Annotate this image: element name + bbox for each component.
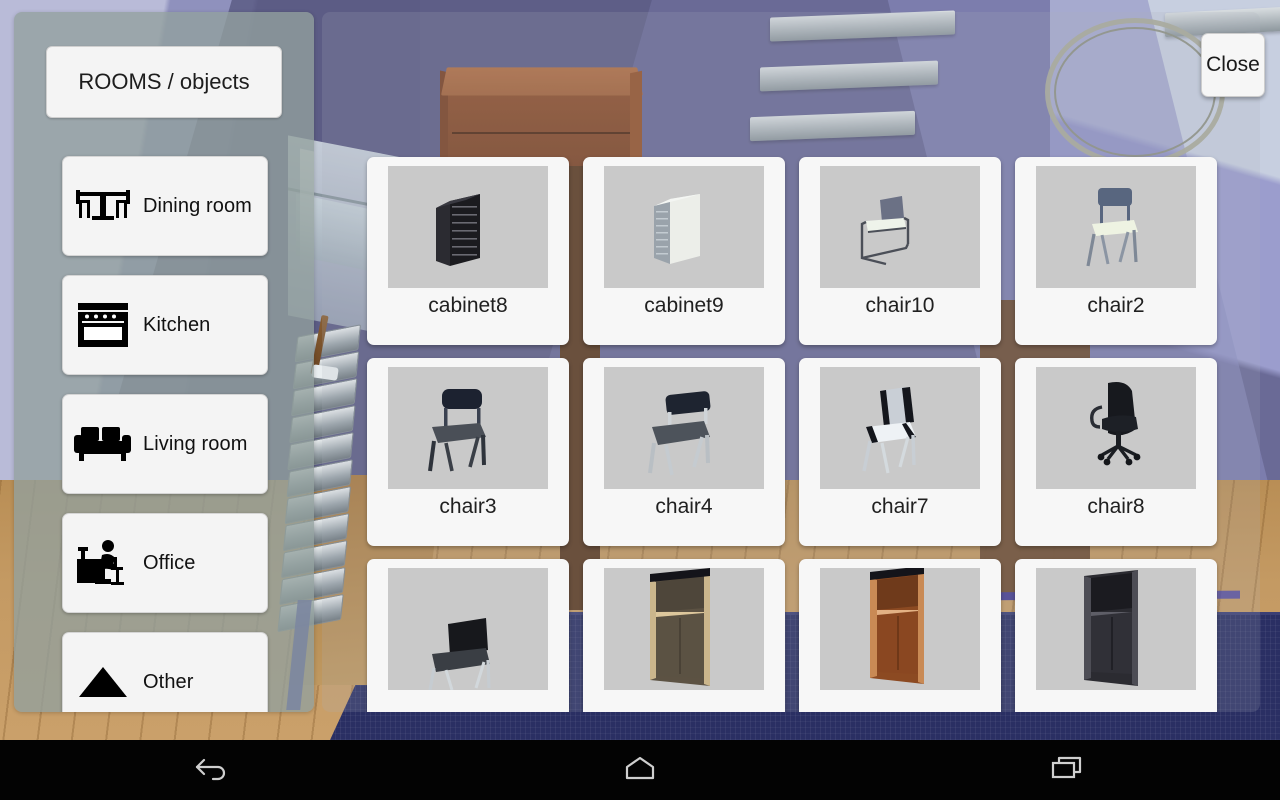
object-card[interactable] (799, 559, 1001, 712)
object-thumbnail (388, 367, 548, 489)
object-card[interactable] (1015, 559, 1217, 712)
object-label: chair8 (1087, 495, 1145, 518)
object-thumbnail (1036, 568, 1196, 690)
sofa-icon (63, 424, 143, 464)
home-icon (620, 754, 660, 787)
recents-icon (1047, 753, 1087, 788)
object-thumbnail (388, 166, 548, 288)
sidebar-item-label: Dining room (143, 194, 252, 217)
object-card[interactable]: chair8 (1015, 358, 1217, 546)
oven-icon (63, 301, 143, 349)
desk-person-icon (63, 539, 143, 587)
object-thumbnail (820, 367, 980, 489)
object-label: chair3 (439, 495, 497, 518)
object-card[interactable]: cabinet8 (367, 157, 569, 345)
sidebar-item-living-room[interactable]: Living room (62, 394, 268, 494)
object-thumbnail (820, 568, 980, 690)
object-thumbnail (1036, 367, 1196, 489)
object-thumbnail (388, 568, 548, 690)
object-label: chair2 (1087, 294, 1145, 317)
sidebar-item-label: Office (143, 551, 196, 574)
recents-button[interactable] (853, 740, 1280, 800)
object-label: cabinet8 (428, 294, 508, 317)
sidebar-title: ROOMS / objects (46, 46, 282, 118)
dining-table-icon (63, 184, 143, 228)
sidebar-item-label: Other (143, 670, 194, 693)
object-label: cabinet9 (644, 294, 724, 317)
object-card[interactable]: chair10 (799, 157, 1001, 345)
object-card[interactable]: chair7 (799, 358, 1001, 546)
object-browser-panel: cabinet8 cabinet9 chair10 chair2 chair3 … (322, 12, 1260, 712)
sidebar-item-office[interactable]: Office (62, 513, 268, 613)
object-label: chair10 (865, 294, 935, 317)
close-button[interactable]: Close (1201, 33, 1265, 97)
object-thumbnail (820, 166, 980, 288)
object-thumbnail (604, 568, 764, 690)
object-grid: cabinet8 cabinet9 chair10 chair2 chair3 … (367, 157, 1235, 712)
sidebar-item-kitchen[interactable]: Kitchen (62, 275, 268, 375)
object-card[interactable] (583, 559, 785, 712)
object-label: chair4 (655, 495, 713, 518)
object-thumbnail (1036, 166, 1196, 288)
object-card[interactable]: chair3 (367, 358, 569, 546)
sidebar-item-label: Living room (143, 432, 248, 455)
app-root: ROOMS / objects Dining room Kitchen Livi… (0, 0, 1280, 800)
triangle-icon (63, 665, 143, 699)
back-icon (194, 754, 232, 787)
object-card[interactable]: cabinet9 (583, 157, 785, 345)
object-thumbnail (604, 166, 764, 288)
room-list: Dining room Kitchen Living room Office O… (14, 156, 314, 712)
object-thumbnail (604, 367, 764, 489)
object-card[interactable]: chair2 (1015, 157, 1217, 345)
back-button[interactable] (0, 740, 427, 800)
object-label: chair7 (871, 495, 929, 518)
sidebar-item-label: Kitchen (143, 313, 211, 336)
object-card[interactable]: chair4 (583, 358, 785, 546)
object-card[interactable] (367, 559, 569, 712)
sidebar-item-dining-room[interactable]: Dining room (62, 156, 268, 256)
sidebar-item-other[interactable]: Other (62, 632, 268, 712)
android-navbar (0, 740, 1280, 800)
rooms-sidebar: ROOMS / objects Dining room Kitchen Livi… (14, 12, 314, 712)
home-button[interactable] (427, 740, 854, 800)
